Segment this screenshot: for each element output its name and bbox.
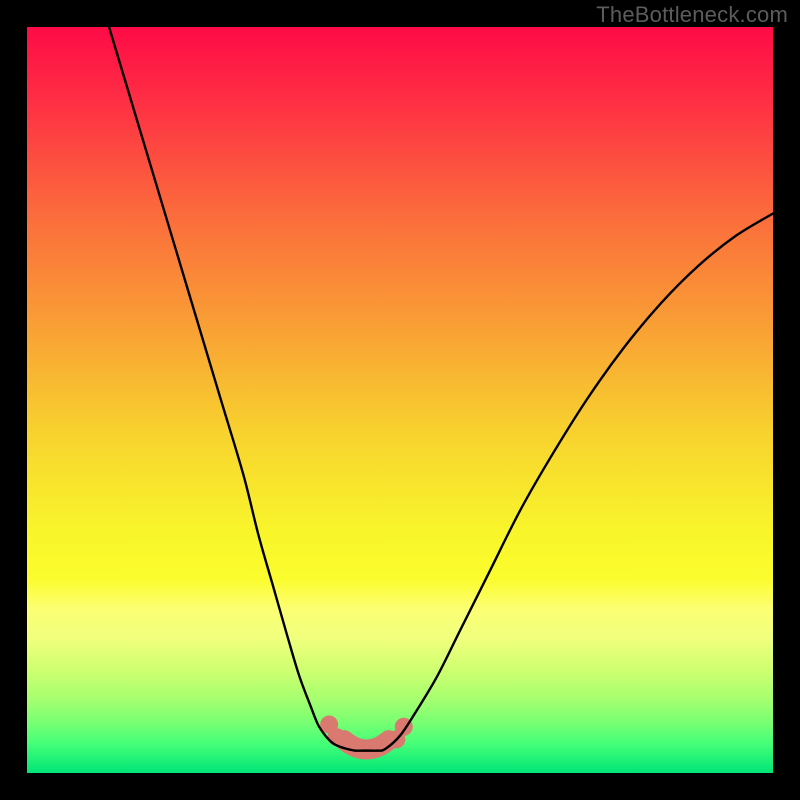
trough-band <box>344 740 389 749</box>
trough-marker-1 <box>328 728 346 746</box>
bottleneck-chart <box>27 27 773 773</box>
gradient-background <box>27 27 773 773</box>
watermark-label: TheBottleneck.com <box>596 2 788 28</box>
chart-plot-area <box>27 27 773 773</box>
chart-frame: TheBottleneck.com <box>0 0 800 800</box>
